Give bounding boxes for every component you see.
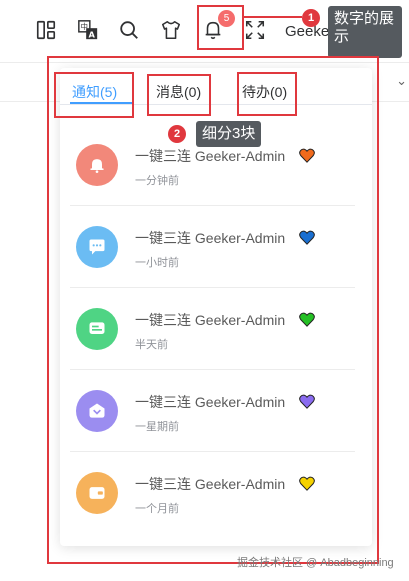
annotation-marker-2: 2 xyxy=(168,125,186,143)
annotation-box-tab-todos xyxy=(237,72,297,116)
theme-shirt-icon[interactable] xyxy=(159,18,183,42)
annotation-label-2: 细分3块 xyxy=(196,121,262,147)
translate-icon[interactable]: 中A xyxy=(76,18,100,42)
annotation-arrow-line xyxy=(244,16,302,18)
annotation-label-1-line1: 数字的展 xyxy=(334,10,395,27)
annotation-label-1-line2: 示 xyxy=(334,28,350,45)
watermark: 掘金技术社区 @ Abadbeginning xyxy=(237,557,394,569)
annotation-box-tab-messages xyxy=(147,74,211,116)
annotation-box-tab-notifications xyxy=(54,72,134,118)
layout-icon[interactable] xyxy=(34,18,58,42)
search-icon[interactable] xyxy=(117,18,141,42)
annotation-box-bell xyxy=(197,5,244,50)
fullscreen-icon[interactable] xyxy=(243,18,267,42)
annotation-marker-1: 1 xyxy=(302,9,320,27)
svg-text:A: A xyxy=(88,29,95,39)
chevron-down-icon[interactable]: ⌄ xyxy=(396,73,407,89)
annotation-label-1: 数字的展 示 xyxy=(328,6,402,58)
